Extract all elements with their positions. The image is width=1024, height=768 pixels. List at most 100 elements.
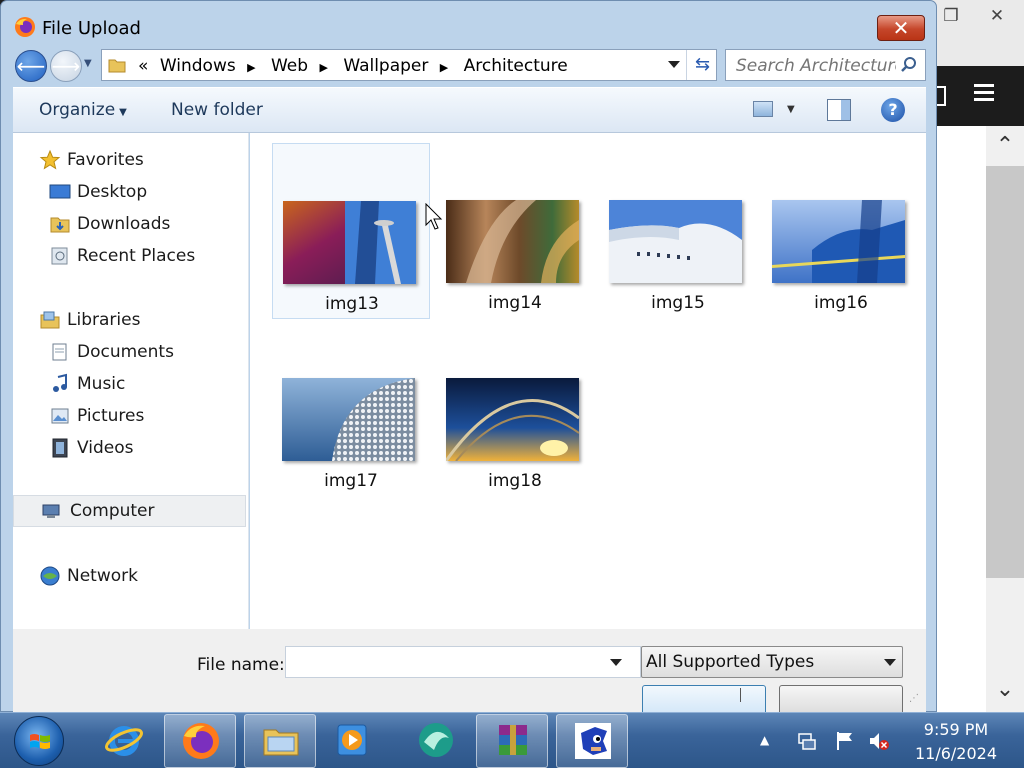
image-thumbnail [446, 200, 579, 283]
nav-pictures[interactable]: Pictures [49, 401, 239, 431]
taskbar-sonic-game[interactable] [556, 714, 628, 768]
star-icon [39, 149, 61, 170]
nav-libraries[interactable]: Libraries [39, 305, 239, 335]
scrollbar-thumb[interactable] [986, 166, 1024, 578]
forward-button[interactable]: ⟶ [50, 50, 82, 82]
nav-favorites[interactable]: Favorites [39, 145, 239, 175]
volume-muted-icon[interactable] [868, 730, 890, 752]
file-item[interactable]: img18 [436, 323, 594, 499]
refresh-icon[interactable]: ⇆ [686, 50, 718, 80]
help-icon[interactable]: ? [881, 98, 905, 122]
cancel-button[interactable] [779, 685, 903, 715]
image-thumbnail [446, 378, 579, 461]
nav-label: Documents [77, 342, 174, 362]
media-player-icon [337, 724, 367, 756]
file-item[interactable]: img15 [599, 143, 757, 319]
address-dropdown-icon[interactable] [668, 61, 680, 68]
preview-pane-icon[interactable] [827, 99, 851, 121]
file-name-panel: File name: All Supported Types ⋰ [13, 629, 926, 715]
breadcrumb-separator-icon[interactable]: ▶ [247, 61, 255, 74]
file-type-select[interactable]: All Supported Types [641, 646, 903, 678]
file-name: img15 [651, 293, 705, 313]
organize-button[interactable]: Organize ▼ [39, 100, 127, 120]
nav-label: Network [67, 566, 138, 586]
image-thumbnail [282, 378, 415, 461]
back-button[interactable]: ⟵ [15, 50, 47, 82]
breadcrumb-architecture[interactable]: Architecture [464, 56, 568, 76]
nav-label: Desktop [77, 182, 148, 202]
nav-label: Downloads [77, 214, 171, 234]
new-folder-button[interactable]: New folder [171, 100, 263, 120]
file-item[interactable]: img14 [436, 143, 594, 319]
action-center-flag-icon[interactable] [834, 730, 856, 752]
close-button[interactable]: ✕ [877, 15, 925, 41]
nav-desktop[interactable]: Desktop [49, 177, 239, 207]
restore-icon[interactable]: ❐ [934, 4, 968, 28]
network-tray-icon[interactable] [796, 730, 818, 752]
file-list: img13 img14 img15 img16 img17 img18 [250, 133, 926, 629]
nav-music[interactable]: Music [49, 369, 239, 399]
folder-icon [108, 59, 126, 73]
breadcrumb-web[interactable]: Web [271, 56, 308, 76]
nav-label: Favorites [67, 150, 144, 170]
view-dropdown-icon[interactable]: ▼ [787, 104, 795, 115]
taskbar-app[interactable] [400, 714, 472, 768]
split-divider [740, 688, 741, 702]
command-toolbar: Organize ▼ New folder ▼ ? [13, 87, 926, 133]
network-icon [40, 566, 60, 586]
file-name-input[interactable] [290, 652, 600, 672]
chevron-down-icon[interactable]: ⌄ [986, 672, 1024, 708]
file-name: img13 [325, 294, 379, 314]
taskbar-media-player[interactable] [316, 714, 388, 768]
nav-recent-places[interactable]: Recent Places [49, 241, 239, 271]
titlebar: File Upload ✕ [1, 1, 936, 45]
taskbar: ▲ 9:59 PM 11/6/2024 [0, 712, 1024, 768]
file-name-dropdown-icon[interactable] [610, 659, 622, 666]
taskbar-winrar[interactable] [476, 714, 548, 768]
file-item[interactable]: img16 [762, 143, 920, 319]
nav-downloads[interactable]: Downloads [49, 209, 239, 239]
breadcrumb-wallpaper[interactable]: Wallpaper [343, 56, 428, 76]
recent-places-icon [51, 247, 68, 265]
file-upload-dialog: File Upload ✕ ⟵ ⟶ ▼ « Windows ▶ Web ▶ Wa… [0, 0, 937, 715]
open-button[interactable] [642, 685, 766, 715]
taskbar-firefox[interactable] [164, 714, 236, 768]
clock-time[interactable]: 9:59 PM [906, 720, 1006, 739]
change-view-icon[interactable] [753, 101, 773, 117]
file-name-label: File name: [197, 655, 285, 675]
file-name-field[interactable] [285, 646, 641, 678]
file-item[interactable]: img13 [272, 143, 430, 319]
clock-date[interactable]: 11/6/2024 [906, 744, 1006, 763]
internet-explorer-icon [105, 726, 143, 756]
search-icon[interactable] [900, 56, 918, 74]
breadcrumb-separator-icon[interactable]: ▶ [440, 61, 448, 74]
nav-videos[interactable]: Videos [49, 433, 239, 463]
file-item[interactable]: img17 [272, 323, 430, 499]
breadcrumb-windows[interactable]: Windows [160, 56, 236, 76]
file-type-value: All Supported Types [646, 652, 815, 672]
show-hidden-icons-icon[interactable]: ▲ [760, 733, 769, 747]
downloads-folder-icon [50, 217, 70, 233]
history-dropdown-icon[interactable]: ▼ [84, 58, 98, 72]
hamburger-menu-icon[interactable] [974, 80, 1002, 110]
documents-icon [52, 343, 67, 361]
close-icon[interactable]: ✕ [980, 4, 1014, 28]
image-thumbnail [772, 200, 905, 283]
navigation-pane: Favorites Desktop Downloads Recent Place… [13, 133, 249, 629]
taskbar-file-explorer[interactable] [244, 714, 316, 768]
nav-documents[interactable]: Documents [49, 337, 239, 367]
taskbar-internet-explorer[interactable] [88, 714, 160, 768]
resize-grip-icon[interactable]: ⋰ [909, 693, 919, 704]
search-input[interactable] [736, 56, 896, 76]
windows-logo-icon [30, 734, 50, 749]
address-bar[interactable]: « Windows ▶ Web ▶ Wallpaper ▶ Architectu… [101, 49, 717, 81]
chevron-up-icon[interactable]: ⌃ [986, 128, 1024, 164]
breadcrumb-separator-icon[interactable]: ▶ [319, 61, 327, 74]
breadcrumb: « Windows ▶ Web ▶ Wallpaper ▶ Architectu… [138, 56, 574, 76]
search-box[interactable] [725, 49, 926, 81]
nav-network[interactable]: Network [39, 561, 239, 591]
nav-computer[interactable]: Computer [13, 495, 246, 527]
nav-label: Videos [77, 438, 134, 458]
start-button[interactable] [14, 716, 64, 766]
breadcrumb-overflow[interactable]: « [138, 56, 148, 76]
